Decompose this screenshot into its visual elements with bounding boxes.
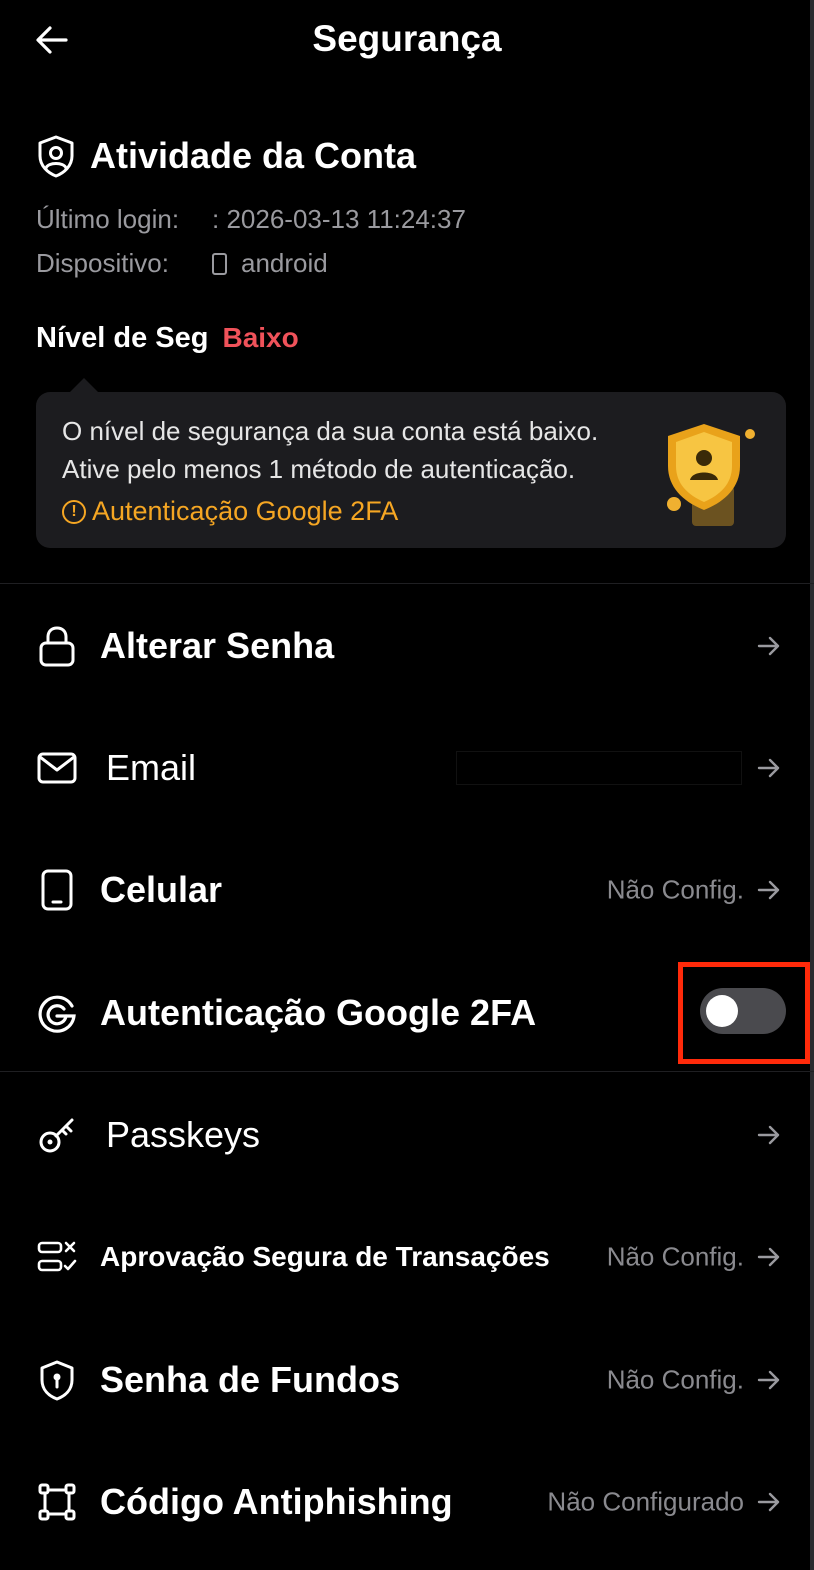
antiphishing-code-status: Não Configurado	[547, 1486, 744, 1517]
google-icon	[36, 992, 78, 1034]
change-password-label: Alterar Senha	[100, 625, 335, 666]
security-level: Nível de Seg Baixo	[36, 322, 299, 355]
arrow-right-icon	[757, 636, 780, 656]
device-value: android	[241, 248, 328, 278]
shield-illustration-icon	[667, 424, 755, 526]
arrow-right-icon	[757, 1492, 780, 1512]
toggle-knob	[706, 995, 738, 1027]
warning-icon: !	[62, 499, 86, 524]
email-row[interactable]: Email	[0, 718, 814, 818]
secure-transaction-approval-status: Não Config.	[606, 1241, 744, 1272]
funds-password-status: Não Config.	[606, 1364, 744, 1395]
phone-icon	[36, 869, 78, 911]
arrow-right-icon	[757, 880, 780, 900]
arrow-right-icon	[757, 1125, 780, 1145]
mail-icon	[36, 747, 78, 789]
email-label: Email	[106, 747, 197, 788]
device-phone-icon	[212, 252, 227, 275]
phone-status: Não Config.	[606, 874, 744, 905]
antiphishing-code-label: Código Antiphishing	[100, 1481, 453, 1522]
shield-user-icon	[38, 135, 74, 178]
enable-google-2fa-link[interactable]: ! Autenticação Google 2FA	[62, 496, 398, 527]
lock-icon	[36, 625, 78, 667]
passkeys-label: Passkeys	[106, 1114, 261, 1155]
passkeys-row[interactable]: Passkeys	[0, 1085, 814, 1185]
device-label: Dispositivo:	[36, 248, 169, 278]
arrow-right-icon	[757, 1247, 780, 1267]
phone-label: Celular	[100, 869, 223, 910]
notice-line-1: O nível de segurança da sua conta está b…	[62, 416, 599, 446]
arrow-right-icon	[757, 758, 780, 778]
account-activity-title: Atividade da Conta	[90, 135, 417, 176]
shield-lock-icon	[36, 1359, 78, 1401]
secure-transaction-approval-row[interactable]: Aprovação Segura de Transações Não Confi…	[0, 1207, 814, 1307]
security-level-label: Nível de Seg	[36, 322, 209, 354]
notice-line-2: Ative pelo menos 1 método de autenticaçã…	[62, 454, 576, 484]
frame-icon	[36, 1481, 78, 1523]
phone-row[interactable]: Celular Não Config.	[0, 840, 814, 940]
funds-password-row[interactable]: Senha de Fundos Não Config.	[0, 1330, 814, 1430]
funds-password-label: Senha de Fundos	[100, 1359, 401, 1400]
account-activity-heading: Atividade da Conta	[36, 134, 416, 178]
antiphishing-code-row[interactable]: Código Antiphishing Não Configurado	[0, 1452, 814, 1552]
section-divider	[0, 583, 814, 584]
section-divider	[0, 1071, 814, 1072]
email-value-redacted	[456, 751, 742, 785]
page-title: Segurança	[312, 18, 502, 59]
last-login-row: Último login: : 2026-03-13 11:24:37	[36, 204, 466, 235]
google-2fa-label: Autenticação Google 2FA	[100, 992, 537, 1033]
google-2fa-toggle[interactable]	[700, 988, 786, 1034]
arrow-right-icon	[757, 1370, 780, 1390]
secure-transaction-approval-label: Aprovação Segura de Transações	[100, 1241, 550, 1272]
security-notice: O nível de segurança da sua conta está b…	[36, 392, 786, 548]
last-login-label: Último login:	[36, 204, 180, 234]
transaction-approval-icon	[36, 1236, 78, 1278]
top-bar: Segurança	[0, 0, 814, 80]
key-icon	[36, 1114, 78, 1156]
last-login-value: : 2026-03-13 11:24:37	[212, 204, 466, 234]
change-password-row[interactable]: Alterar Senha	[0, 596, 814, 696]
device-row: Dispositivo: android	[36, 248, 328, 279]
security-level-value: Baixo	[222, 322, 299, 353]
enable-google-2fa-link-label: Autenticação Google 2FA	[92, 496, 399, 526]
notice-pointer	[70, 378, 98, 392]
